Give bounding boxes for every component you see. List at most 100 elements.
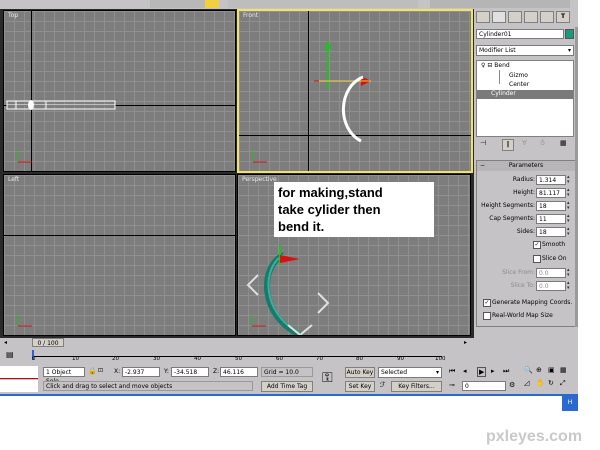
slice-to-field[interactable]: 0.0 xyxy=(536,281,566,291)
motion-tab-icon[interactable] xyxy=(524,11,538,23)
collapse-icon: − xyxy=(480,162,486,169)
key-icon[interactable]: ⚿ xyxy=(322,370,333,386)
next-frame-icon[interactable]: ▸ xyxy=(491,367,495,375)
tick-20: 20 xyxy=(112,356,119,362)
height-segments-field[interactable]: 18 xyxy=(536,201,566,211)
key-mode-toggle-icon[interactable]: ⊸ xyxy=(449,381,455,389)
sides-field[interactable]: 18 xyxy=(536,227,566,237)
pan-icon[interactable]: ✋ xyxy=(536,379,545,387)
key-mode-dropdown[interactable]: Selected ▾ xyxy=(378,367,442,378)
previous-frame-icon[interactable]: ◂ xyxy=(463,367,467,375)
height-field[interactable]: 81.117 xyxy=(536,188,566,198)
stack-item-bend[interactable]: ♀ ⊟ Bend xyxy=(481,62,510,69)
remove-modifier-icon[interactable]: ♁ xyxy=(540,139,545,147)
height-segments-spinner[interactable]: ▴ ▾ xyxy=(567,201,572,211)
prev-frame-icon[interactable]: ◂ xyxy=(4,339,7,346)
go-to-end-icon[interactable]: ⏭ xyxy=(503,367,509,376)
toolbar-icon-group-3[interactable] xyxy=(430,0,570,8)
zoom-icon[interactable]: 🔍 xyxy=(524,366,533,374)
gen-mapping-checkbox[interactable]: ✓ xyxy=(483,299,491,307)
lightbulb-icon[interactable]: ♀ xyxy=(481,62,485,69)
field-of-view-icon[interactable]: ◿ xyxy=(524,379,529,387)
zoom-all-icon[interactable]: ⊕ xyxy=(536,366,542,374)
stack-item-gizmo[interactable]: Gizmo xyxy=(509,72,528,79)
maxscript-listener-2[interactable] xyxy=(0,380,38,392)
stack-item-center[interactable]: Center xyxy=(509,81,529,88)
expand-icon[interactable]: ⊟ xyxy=(487,62,492,69)
cap-segments-field[interactable]: 11 xyxy=(536,214,566,224)
cap-segments-spinner[interactable]: ▴ ▾ xyxy=(567,214,572,224)
bent-cylinder-front[interactable] xyxy=(327,71,377,151)
add-time-tag-button[interactable]: Add Time Tag xyxy=(261,381,313,392)
parameters-header[interactable]: − Parameters xyxy=(477,161,575,171)
viewport-front[interactable]: Front xyxy=(237,9,473,173)
smooth-label: Smooth xyxy=(542,241,566,248)
toolbar-icon-group[interactable] xyxy=(150,0,210,8)
real-world-checkbox[interactable] xyxy=(483,312,491,320)
taskbar-corner[interactable]: H xyxy=(562,394,578,411)
slice-on-checkbox[interactable] xyxy=(533,255,541,263)
cylinder-top-view[interactable] xyxy=(6,99,118,111)
orbit-icon[interactable]: ↻ xyxy=(548,379,554,387)
modifier-stack[interactable]: ♀ ⊟ Bend Gizmo Center Cylinder xyxy=(476,60,574,137)
play-icon[interactable]: ▶ xyxy=(477,367,487,377)
lock-icon[interactable]: 🔒 xyxy=(88,367,97,375)
viewport-top[interactable]: Top xyxy=(3,10,236,172)
absolute-mode-icon[interactable]: ⊡ xyxy=(98,367,103,374)
radius-field[interactable]: 1.314 xyxy=(536,175,566,185)
axis-tripod-icon xyxy=(17,150,32,163)
show-end-result-icon[interactable]: ‖ xyxy=(502,139,514,151)
slice-from-field[interactable]: 0.0 xyxy=(536,268,566,278)
track-bar-icon[interactable]: ▤ xyxy=(6,350,14,359)
sides-spinner[interactable]: ▴ ▾ xyxy=(567,227,572,237)
display-tab-icon[interactable] xyxy=(540,11,554,23)
object-color-swatch[interactable] xyxy=(565,29,574,39)
set-key-button[interactable]: Set Key xyxy=(345,381,375,392)
annotation-line-1: for making,stand xyxy=(278,185,383,200)
toolbar-icon-group-2[interactable] xyxy=(228,0,418,8)
viewport-label-front: Front xyxy=(243,12,259,19)
z-coordinate[interactable]: 46.116 xyxy=(220,367,258,377)
key-filters-button[interactable]: Key Filters... xyxy=(391,381,442,392)
modifier-list-dropdown[interactable]: Modifier List ▾ xyxy=(476,45,574,56)
x-coordinate[interactable]: -2.937 xyxy=(122,367,160,377)
zoom-extents-icon[interactable]: ▣ xyxy=(548,366,555,374)
hierarchy-tab-icon[interactable] xyxy=(508,11,522,23)
radius-spinner[interactable]: ▴ ▾ xyxy=(567,175,572,185)
current-frame-field[interactable]: 0 xyxy=(462,381,506,391)
maxscript-listener[interactable] xyxy=(0,366,38,379)
main-toolbar xyxy=(0,0,578,9)
viewport-left[interactable]: Left xyxy=(3,174,236,336)
make-unique-icon[interactable]: ∀ xyxy=(522,139,527,147)
tick-0: 0 xyxy=(32,356,36,362)
stack-tools: ⊣ ‖ ∀ ♁ ▦ xyxy=(476,139,574,151)
time-slider[interactable]: 0 / 100 ◂ ▸ xyxy=(0,338,474,348)
track-bar[interactable]: ▤ 0 10 20 30 40 50 60 70 80 90 100 xyxy=(0,348,474,364)
stack-item-cylinder[interactable]: Cylinder xyxy=(477,90,573,99)
key-filter-icon[interactable]: ℱ xyxy=(380,381,386,389)
maximize-viewport-icon[interactable]: ⤢ xyxy=(560,379,566,388)
grid-status: Grid = 10.0 xyxy=(261,367,313,377)
height-spinner[interactable]: ▴ ▾ xyxy=(567,188,572,198)
utilities-tab-icon[interactable]: T xyxy=(556,11,570,23)
tick-30: 30 xyxy=(153,356,160,362)
time-slider-thumb[interactable]: 0 / 100 xyxy=(32,338,64,347)
select-move-icon[interactable] xyxy=(205,0,219,8)
go-to-start-icon[interactable]: ⏮ xyxy=(449,367,455,376)
real-world-label: Real-World Map Size xyxy=(492,312,553,319)
chevron-down-icon: ▾ xyxy=(435,369,439,376)
next-frame-icon[interactable]: ▸ xyxy=(464,339,467,346)
stack-tree-line xyxy=(499,70,500,84)
time-config-icon[interactable]: ⚙ xyxy=(509,381,515,389)
modify-tab-icon[interactable] xyxy=(492,11,506,23)
create-tab-icon[interactable] xyxy=(476,11,490,23)
y-coordinate[interactable]: -34.518 xyxy=(171,367,209,377)
object-name-field[interactable]: Cylinder01 xyxy=(476,29,564,39)
configure-sets-icon[interactable]: ▦ xyxy=(560,139,567,147)
slice-from-spinner[interactable]: ▴ ▾ xyxy=(567,268,572,278)
pin-stack-icon[interactable]: ⊣ xyxy=(480,139,486,147)
slice-to-spinner[interactable]: ▴ ▾ xyxy=(567,281,572,291)
auto-key-button[interactable]: Auto Key xyxy=(345,367,375,378)
zoom-extents-all-icon[interactable]: ▦ xyxy=(560,366,567,374)
smooth-checkbox[interactable]: ✓ xyxy=(533,241,541,249)
